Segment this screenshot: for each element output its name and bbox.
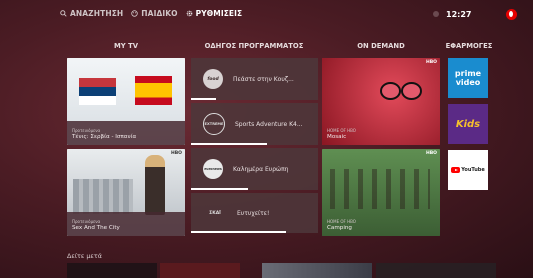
column-header-guide[interactable]: ΟΔΗΓΟΣ ΠΡΟΓΡΑΜΜΑΤΟΣ — [190, 42, 318, 50]
tile-caption-sub: HOME OF HBO — [327, 128, 356, 133]
tile-caption-title: Sex And The City — [72, 225, 120, 231]
app-prime-video[interactable]: prime video — [448, 58, 488, 98]
column-header-apps[interactable]: ΕΦΑΡΜΟΓΕΣ — [440, 42, 498, 50]
mytv-tile-tennis[interactable]: Προτεινόμενα Τένις: Σερβία - Ισπανία — [67, 58, 185, 145]
prime-video-logo-line1: prime — [454, 68, 482, 78]
hbo-badge: HBO — [425, 60, 437, 65]
woman-figure-image — [145, 155, 165, 215]
youtube-logo: YouTube — [451, 167, 485, 173]
tile-caption-sub: Προτεινόμενα — [72, 128, 101, 133]
guide-row-euronews[interactable]: euronews Καλημέρα Ευρώπη — [191, 148, 318, 190]
nav-kids[interactable]: ΠΑΙΔΙΚΟ — [131, 9, 178, 18]
group-people-image — [330, 169, 430, 209]
mytv-tile-satc[interactable]: HBO Προτεινόμενα Sex And The City — [67, 149, 185, 236]
guide-row-food[interactable]: food Πεάστε στην Κουζ... — [191, 58, 318, 100]
extreme-channel-logo-icon: EXTREME — [203, 113, 225, 135]
progress-bar — [191, 143, 267, 145]
sunglasses-image — [380, 82, 422, 100]
tile-caption-title: Mosaic — [327, 134, 347, 140]
app-kids[interactable]: Kids — [448, 104, 488, 144]
tile-caption-title: Τένις: Σερβία - Ισπανία — [72, 134, 137, 140]
vodafone-logo-icon — [506, 9, 517, 20]
serbia-flag-icon — [79, 78, 116, 105]
top-navigation: ΑΝΑΖΗΤΗΣΗ ΠΑΙΔΙΚΟ ΡΥΘΜΙΣΕΙΣ — [60, 9, 242, 18]
tile-caption-sub: HOME OF HBO — [327, 219, 356, 224]
top-bar: ΑΝΑΖΗΤΗΣΗ ΠΑΙΔΙΚΟ ΡΥΘΜΙΣΕΙΣ 12:27 — [0, 0, 533, 26]
tile-caption-sub: Προτεινόμενα — [72, 219, 101, 224]
nav-settings[interactable]: ΡΥΘΜΙΣΕΙΣ — [186, 9, 243, 18]
app-youtube[interactable]: YouTube — [448, 150, 488, 190]
watch-later-tile[interactable] — [160, 263, 240, 278]
guide-row-title: Καλημέρα Ευρώπη — [233, 165, 289, 173]
guide-row-title: Πεάστε στην Κουζ... — [233, 75, 294, 83]
euronews-logo-icon: euronews — [203, 159, 223, 179]
youtube-play-icon — [451, 167, 461, 173]
skai-logo-icon: ΣΚΑΪ — [209, 210, 221, 216]
watch-later-tile[interactable] — [376, 263, 496, 278]
search-icon — [60, 10, 67, 17]
watch-later-tile[interactable] — [262, 263, 372, 278]
kids-logo-icon: Kids — [455, 118, 481, 130]
tile-caption: HOME OF HBO Mosaic — [327, 127, 356, 141]
tile-caption: Προτεινόμενα Τένις: Σερβία - Ισπανία — [72, 127, 136, 141]
progress-bar — [191, 98, 216, 100]
food-network-logo-icon: food — [203, 69, 223, 89]
tile-caption-title: Camping — [327, 225, 352, 231]
ondemand-tile-camping[interactable]: HBO HOME OF HBO Camping — [322, 149, 440, 236]
clock: 12:27 — [446, 10, 472, 19]
tile-caption: HOME OF HBO Camping — [327, 218, 356, 232]
nav-search-label: ΑΝΑΖΗΤΗΣΗ — [70, 9, 124, 18]
prime-video-logo-line2: video — [455, 77, 481, 87]
nav-search[interactable]: ΑΝΑΖΗΤΗΣΗ — [60, 9, 123, 18]
nav-kids-label: ΠΑΙΔΙΚΟ — [141, 9, 178, 18]
progress-bar — [191, 188, 248, 190]
spain-flag-icon — [135, 76, 172, 105]
guide-row-extreme[interactable]: EXTREME Sports Adventure K4... — [191, 103, 318, 145]
hbo-badge: HBO — [170, 151, 182, 156]
tile-caption: Προτεινόμενα Sex And The City — [72, 218, 120, 232]
gear-icon — [186, 10, 192, 17]
nav-settings-label: ΡΥΘΜΙΣΕΙΣ — [195, 9, 243, 18]
column-header-ondemand[interactable]: ON DEMAND — [322, 42, 440, 50]
ondemand-tile-mosaic[interactable]: HBO HOME OF HBO Mosaic — [322, 58, 440, 145]
city-skyline-image — [73, 179, 133, 214]
youtube-logo-text: YouTube — [461, 167, 485, 173]
column-header-mytv[interactable]: MY TV — [66, 42, 186, 50]
guide-row-title: Sports Adventure K4... — [235, 120, 303, 128]
watch-later-heading: Δείτε μετά — [67, 252, 102, 260]
kids-icon — [131, 10, 139, 17]
hbo-badge: HBO — [425, 151, 437, 156]
watch-later-tile[interactable] — [67, 263, 157, 278]
guide-row-skai[interactable]: ΣΚΑΪ Ευτυχείτε! — [191, 193, 318, 233]
guide-row-title: Ευτυχείτε! — [237, 209, 270, 217]
notification-icon — [433, 11, 439, 17]
progress-bar — [191, 231, 286, 233]
